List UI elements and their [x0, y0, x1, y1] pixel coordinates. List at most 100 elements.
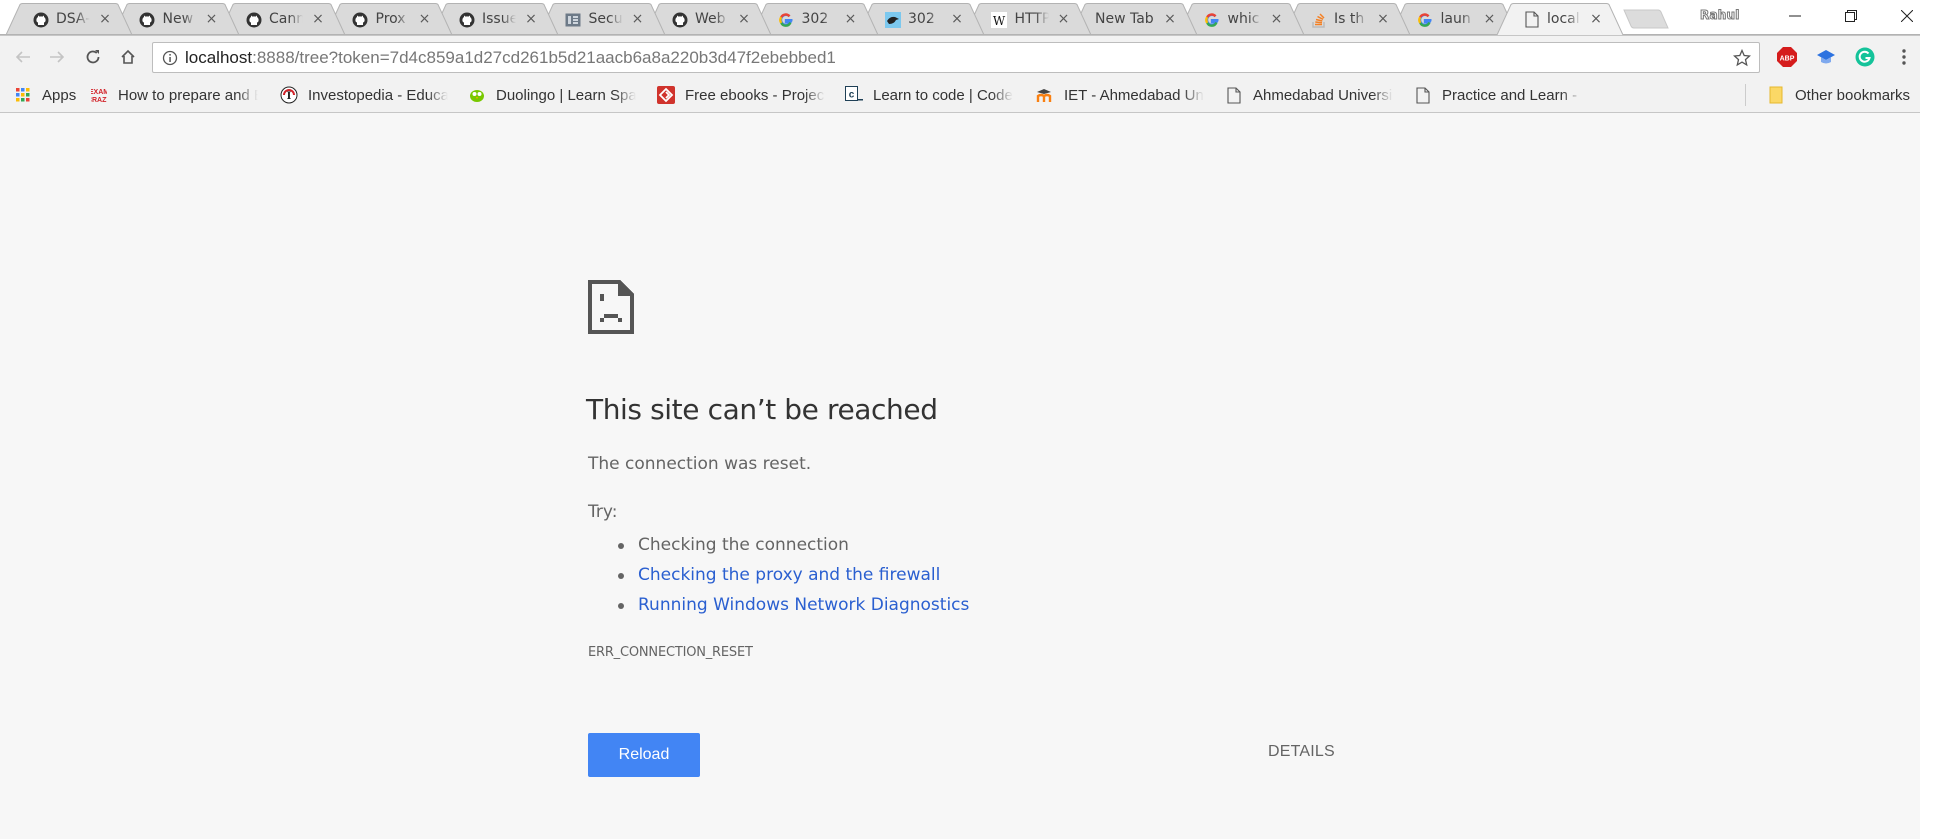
tab-close-icon[interactable]: ×	[311, 11, 325, 27]
tab-title: Prox	[375, 11, 406, 27]
profile-name[interactable]: Rahul	[1700, 8, 1740, 23]
try-label: Try:	[588, 502, 618, 522]
details-button[interactable]: DETAILS	[1268, 743, 1335, 761]
forward-arrow-icon	[50, 51, 65, 63]
sad-page-icon	[588, 280, 634, 334]
error-heading: This site can’t be reached	[586, 393, 938, 426]
error-description: The connection was reset.	[588, 454, 812, 474]
github-icon	[139, 11, 156, 28]
bookmark-label: IET - Ahmedabad Uni	[1064, 86, 1204, 104]
tab-title: 302	[801, 11, 829, 27]
browser-menu-button[interactable]	[1893, 46, 1915, 68]
suggestion-network-diagnostics-link[interactable]: Running Windows Network Diagnostics	[588, 590, 969, 620]
bookmark-8[interactable]: Ahmedabad Universit	[1225, 86, 1393, 104]
github-icon	[352, 11, 369, 28]
bookmark-star-icon[interactable]	[1732, 48, 1752, 71]
tab-close-icon[interactable]: ×	[1589, 11, 1603, 27]
home-icon	[121, 49, 135, 64]
tab-close-icon[interactable]: ×	[844, 11, 858, 27]
duolingo-icon	[468, 86, 486, 104]
forward-button[interactable]	[44, 44, 70, 70]
bookmark-1[interactable]: Apps	[14, 86, 76, 104]
restore-icon	[1845, 10, 1857, 22]
reload-button[interactable]: Reload	[588, 733, 700, 777]
error-code: ERR_CONNECTION_RESET	[588, 645, 753, 660]
github-icon	[671, 11, 688, 28]
tab-close-icon[interactable]: ×	[737, 11, 751, 27]
tab-title: whic	[1227, 11, 1260, 27]
graduation-cap-icon[interactable]	[1815, 46, 1837, 68]
address-bar[interactable]: localhost:8888/tree?token=7d4c859a1d27cd…	[152, 42, 1760, 73]
tab-1[interactable]: DSA- ×	[6, 3, 134, 35]
google-icon	[1204, 11, 1221, 28]
bookmark-4[interactable]: Duolingo | Learn Span	[468, 86, 636, 104]
bookmark-label: How to prepare and E	[118, 86, 258, 104]
svg-text:ABP: ABP	[1780, 56, 1795, 63]
tab-close-icon[interactable]: ×	[1376, 11, 1390, 27]
github-icon	[245, 11, 262, 28]
minimize-icon	[1789, 15, 1801, 17]
examcrazy-icon: EXAMCRAZY	[90, 86, 108, 104]
url-text[interactable]: localhost:8888/tree?token=7d4c859a1d27cd…	[185, 48, 836, 68]
adblock-plus-icon[interactable]: ABP	[1776, 46, 1798, 68]
tab-close-icon[interactable]: ×	[205, 11, 219, 27]
github-icon	[32, 11, 49, 28]
tab-title: Is th	[1334, 11, 1365, 27]
restore-button[interactable]	[1822, 0, 1880, 32]
wikipedia-icon: W	[991, 11, 1008, 28]
page-icon	[1414, 86, 1432, 104]
refresh-icon	[86, 50, 100, 64]
bookmark-2[interactable]: EXAMCRAZY How to prepare and E	[90, 86, 258, 105]
tab-strip: Rahul DSA- × New × Cann × Prox × Issue × Secu × Web ×…	[0, 0, 1920, 35]
investopedia-icon: I	[280, 86, 298, 104]
bookmarks-separator	[1745, 84, 1746, 106]
stackoverflow-icon	[1310, 11, 1327, 28]
tab-close-icon[interactable]: ×	[418, 11, 432, 27]
reload-page-button[interactable]	[80, 44, 106, 70]
svg-text:c: c	[849, 90, 855, 101]
grammarly-icon[interactable]	[1854, 46, 1876, 68]
bookmark-5[interactable]: Free ebooks - Project	[657, 86, 825, 104]
bookmark-label: Practice and Learn - G	[1442, 86, 1582, 104]
tab-title: New	[162, 11, 194, 27]
tab-close-icon[interactable]: ×	[1163, 11, 1177, 27]
tab-strip-border	[0, 34, 1920, 35]
tab-title: HTTP	[1014, 11, 1049, 27]
tab-close-icon[interactable]: ×	[524, 11, 538, 27]
home-button[interactable]	[115, 44, 141, 70]
apps-grid-icon	[14, 86, 32, 104]
url-host: localhost	[185, 48, 253, 67]
tab-title: New Tab	[1095, 11, 1154, 27]
tab-15-active[interactable]: local ×	[1497, 3, 1625, 35]
moodle-icon	[1036, 86, 1054, 104]
bookmark-6[interactable]: c Learn to code | Codec	[845, 86, 1013, 104]
close-window-button[interactable]	[1878, 0, 1933, 32]
svg-text:EXAM: EXAM	[91, 89, 107, 96]
minimize-button[interactable]	[1766, 0, 1824, 32]
bookmark-9[interactable]: Practice and Learn - G	[1414, 86, 1582, 104]
back-button[interactable]	[10, 44, 36, 70]
tab-close-icon[interactable]: ×	[1270, 11, 1284, 27]
suggestion-check-connection: Checking the connection	[588, 530, 969, 560]
tab-title: Issue	[482, 11, 516, 27]
page-icon	[1523, 11, 1540, 28]
bookmarks-bar: » Other bookmarks AppsEXAMCRAZYHow to pr…	[0, 78, 1920, 180]
tab-close-icon[interactable]: ×	[1057, 11, 1071, 27]
suggestion-check-proxy-link[interactable]: Checking the proxy and the firewall	[588, 560, 969, 590]
info-icon[interactable]	[162, 50, 178, 70]
tab-close-icon[interactable]: ×	[631, 11, 645, 27]
suggestions-list: Checking the connection Checking the pro…	[588, 530, 969, 620]
other-bookmarks-button[interactable]: Other bookmarks	[1767, 86, 1910, 104]
bookmark-3[interactable]: I Investopedia - Educat	[280, 86, 448, 104]
bookmark-label: Investopedia - Educat	[308, 86, 448, 104]
bookmark-label: Free ebooks - Project	[685, 86, 825, 104]
back-arrow-icon	[15, 51, 30, 63]
tab-close-icon[interactable]: ×	[950, 11, 964, 27]
tab-title: local	[1547, 11, 1580, 27]
new-tab-button[interactable]	[1622, 9, 1670, 29]
tab-close-icon[interactable]: ×	[1483, 11, 1497, 27]
gutenberg-icon	[657, 86, 675, 104]
url-path: :8888/tree?token=7d4c859a1d27cd261b5d21a…	[252, 48, 836, 67]
tab-close-icon[interactable]: ×	[98, 11, 112, 27]
bookmark-7[interactable]: IET - Ahmedabad Uni	[1036, 86, 1204, 104]
